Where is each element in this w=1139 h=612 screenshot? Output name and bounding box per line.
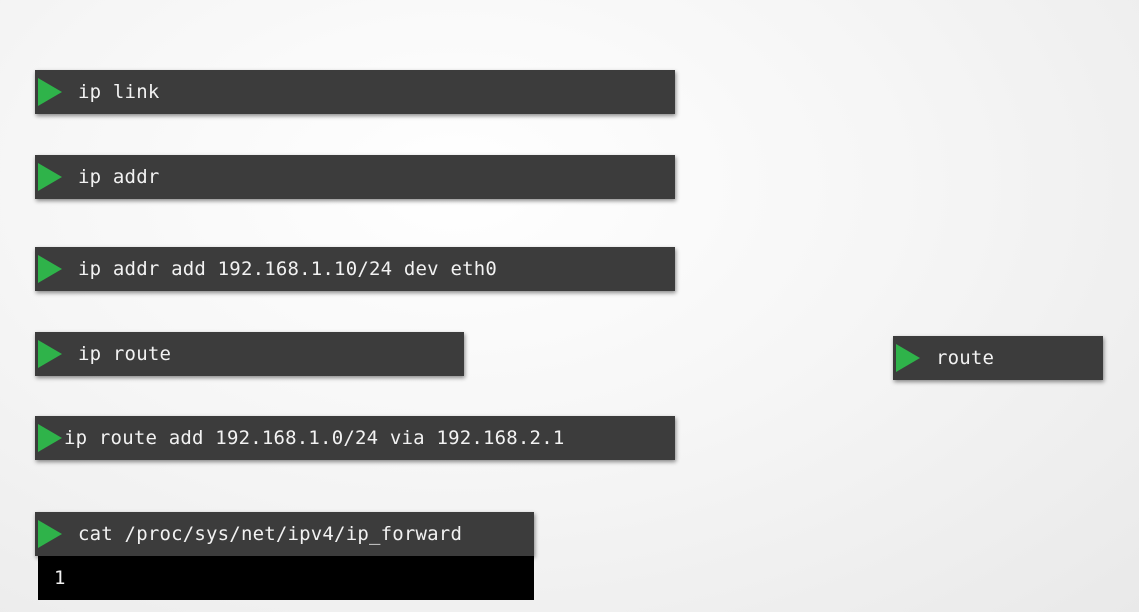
command-text: ip link [78, 81, 160, 103]
command-cat-ip-forward: cat /proc/sys/net/ipv4/ip_forward [35, 512, 534, 556]
play-icon [38, 340, 62, 368]
play-icon [896, 344, 920, 372]
command-text: ip addr [78, 166, 160, 188]
play-icon [38, 78, 62, 106]
command-ip-addr: ip addr [35, 155, 675, 199]
command-text: ip addr add 192.168.1.10/24 dev eth0 [78, 258, 498, 280]
command-text: ip route [78, 343, 172, 365]
command-text: route [936, 347, 995, 369]
command-output: 1 [38, 556, 534, 600]
play-icon [38, 520, 62, 548]
play-icon [38, 424, 62, 452]
command-text: cat /proc/sys/net/ipv4/ip_forward [78, 523, 463, 545]
play-icon [38, 163, 62, 191]
command-ip-addr-add: ip addr add 192.168.1.10/24 dev eth0 [35, 247, 675, 291]
command-ip-link: ip link [35, 70, 675, 114]
command-ip-route: ip route [35, 332, 464, 376]
output-text: 1 [54, 567, 66, 589]
command-ip-route-add: ip route add 192.168.1.0/24 via 192.168.… [35, 416, 675, 460]
play-icon [38, 255, 62, 283]
command-text: ip route add 192.168.1.0/24 via 192.168.… [64, 427, 565, 449]
command-route: route [893, 336, 1103, 380]
